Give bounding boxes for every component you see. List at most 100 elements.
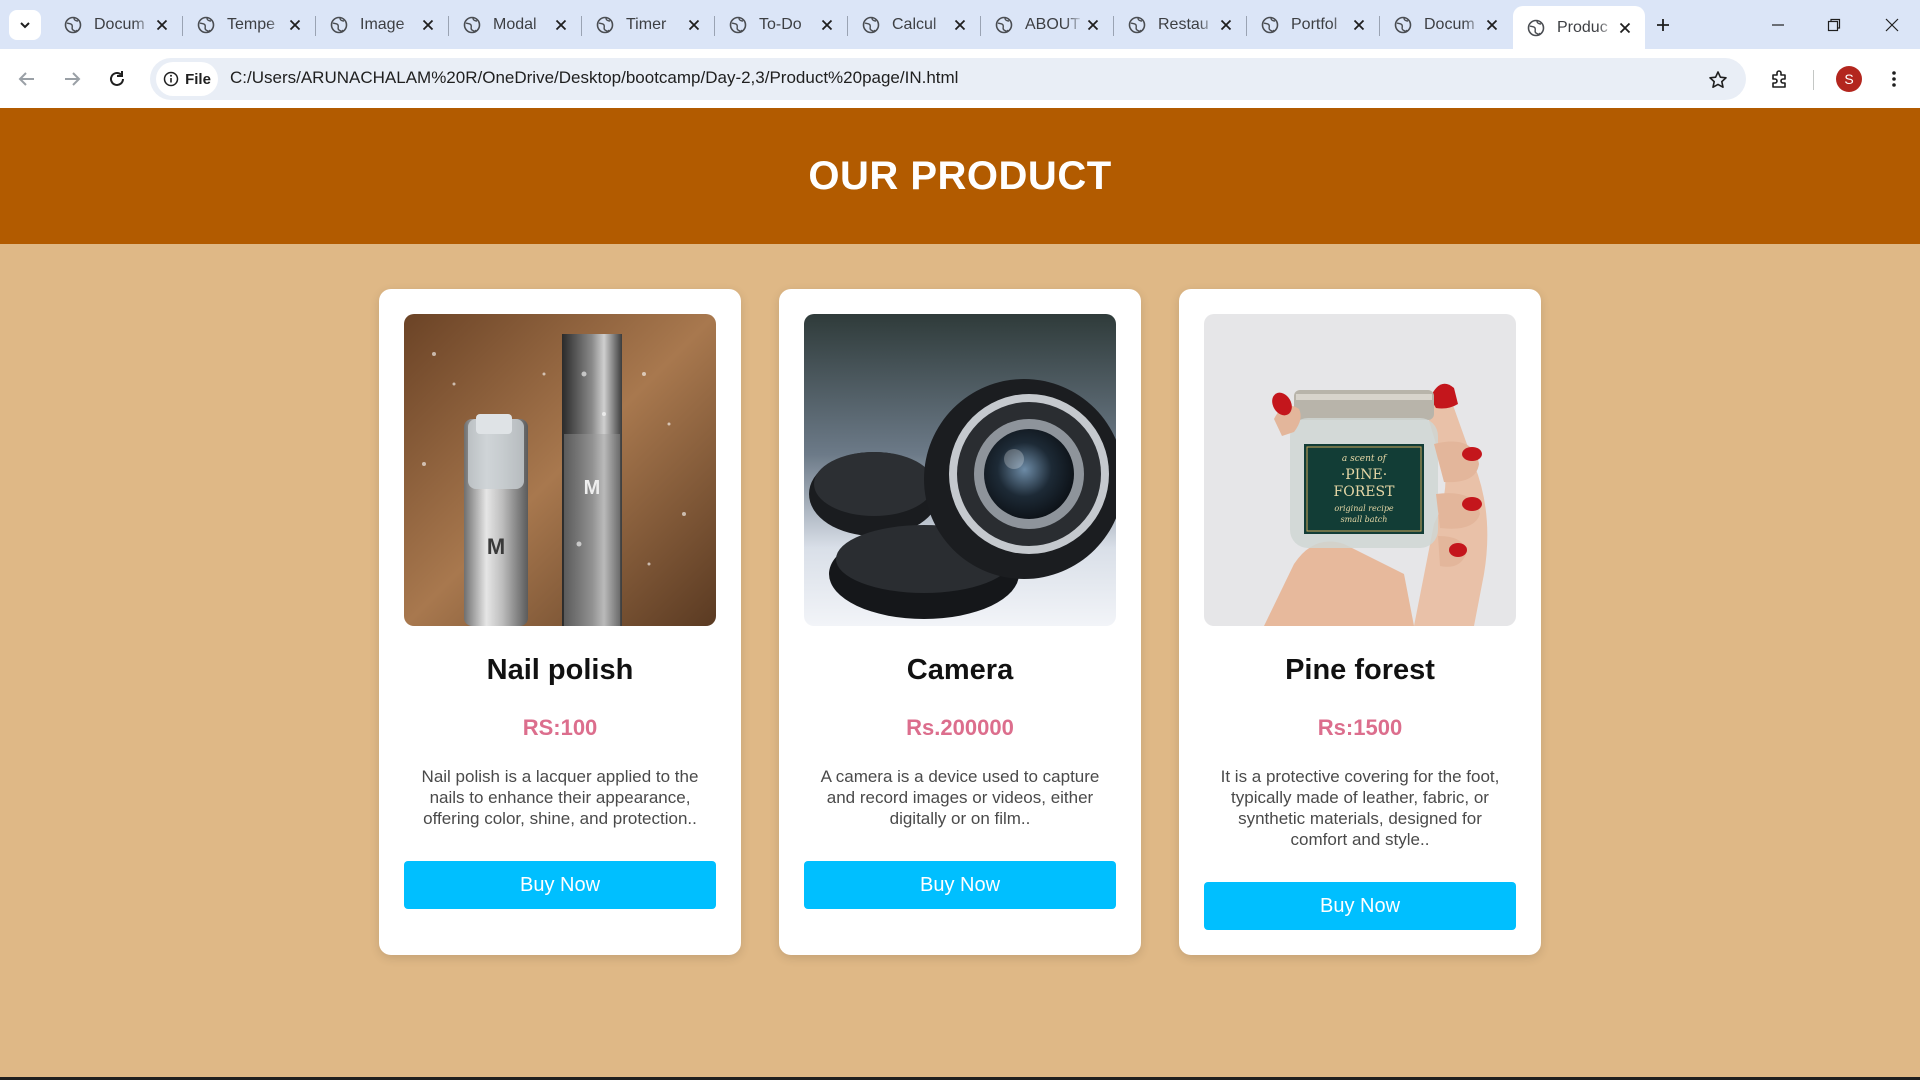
profile-avatar[interactable]: S [1836,66,1862,92]
globe-icon [729,16,747,34]
product-card-pine-forest: a scent of ·PINE· FOREST original recipe… [1179,289,1541,955]
browser-tab[interactable]: Modal [449,8,581,42]
product-name: Pine forest [1285,654,1435,686]
tab-close-button[interactable] [1083,15,1103,35]
chip-label: File [185,70,211,88]
browser-tab[interactable]: Produc [1513,6,1645,49]
tab-search-button[interactable] [9,10,41,40]
globe-icon [1261,16,1279,34]
site-info-chip[interactable]: File [156,62,218,96]
browser-tab[interactable]: Docum [50,8,182,42]
globe-icon [330,16,348,34]
globe-icon [1394,16,1412,34]
product-price: Rs.200000 [906,715,1014,740]
browser-tab[interactable]: Tempe [183,8,315,42]
arrow-right-icon [65,72,81,86]
buy-now-button[interactable]: Buy Now [404,861,716,909]
browser-tab[interactable]: Image [316,8,448,42]
globe-icon [596,16,614,34]
tab-title: Image [360,16,405,33]
tab-close-button[interactable] [551,15,571,35]
tab-close-button[interactable] [1216,15,1236,35]
product-image-pine-forest: a scent of ·PINE· FOREST original recipe… [1204,314,1516,626]
product-description: A camera is a device used to capture and… [820,767,1100,828]
plus-icon [1657,19,1669,31]
close-icon [1087,19,1099,31]
jar-label-text: FOREST [1334,484,1396,500]
tab-close-button[interactable] [1349,15,1369,35]
tab-close-button[interactable] [817,15,837,35]
browser-tab[interactable]: Timer [582,8,714,42]
toolbar-separator [1813,70,1814,90]
close-window-button[interactable] [1864,0,1920,49]
browser-tab[interactable]: Restau [1114,8,1246,42]
back-button[interactable] [11,63,43,95]
close-icon [1486,19,1498,31]
jar-label-text: ·PINE· [1341,467,1387,483]
star-icon [1709,71,1727,88]
tab-title: Timer [626,16,667,33]
page-title: OUR PRODUCT [808,153,1112,198]
close-icon [1353,19,1365,31]
globe-icon [463,16,481,34]
svg-text:M: M [487,534,505,559]
product-image-camera [804,314,1116,626]
chevron-down-icon [20,22,30,29]
globe-icon [862,16,880,34]
tab-title: Produc [1557,18,1608,36]
globe-icon [64,16,82,34]
tab-close-button[interactable] [152,15,172,35]
svg-text:M: M [584,477,601,499]
close-icon [289,19,301,31]
tab-close-button[interactable] [1615,18,1635,38]
globe-icon [197,16,215,34]
product-description: It is a protective covering for the foot… [1220,767,1500,849]
jar-label-text: a scent of [1342,454,1388,464]
product-card-nail-polish: M M Nail polish RS:100 Nail polish is a … [379,289,741,955]
browser-tab[interactable]: Docum [1380,8,1512,42]
close-icon [688,19,700,31]
browser-tab[interactable]: Portfol [1247,8,1379,42]
tab-close-button[interactable] [418,15,438,35]
browser-tab[interactable]: To-Do [715,8,847,42]
product-image-nail-polish: M M [404,314,716,626]
extensions-button[interactable] [1764,63,1796,95]
reload-icon [110,71,124,86]
more-vertical-icon [1892,71,1896,87]
product-description: Nail polish is a lacquer applied to the … [421,767,699,828]
jar-label-text: original recipe [1334,504,1394,513]
minimize-icon [1772,23,1784,26]
close-icon [1220,19,1232,31]
browser-tab[interactable]: ABOUT [981,8,1113,42]
tab-title: Modal [493,16,537,33]
restore-button[interactable] [1806,0,1862,49]
new-tab-button[interactable] [1648,10,1678,40]
info-icon [163,71,179,87]
tab-title: Calcul [892,16,937,33]
close-icon [156,19,168,31]
tab-close-button[interactable] [684,15,704,35]
page-header: OUR PRODUCT [0,108,1920,244]
tab-title: To-Do [759,16,802,33]
restore-icon [1827,18,1841,31]
reload-button[interactable] [101,63,133,95]
globe-icon [1128,16,1146,34]
close-icon [1619,22,1631,33]
tab-title: Docum [1424,16,1475,33]
forward-button[interactable] [56,63,88,95]
globe-icon [995,16,1013,34]
tab-close-button[interactable] [285,15,305,35]
tab-close-button[interactable] [1482,15,1502,35]
url-text[interactable]: C:/Users/ARUNACHALAM%20R/OneDrive/Deskto… [230,68,958,88]
browser-menu-button[interactable] [1878,63,1910,95]
product-card-camera: Camera Rs.200000 A camera is a device us… [779,289,1141,955]
browser-tab[interactable]: Calcul [848,8,980,42]
bookmark-button[interactable] [1702,64,1734,96]
buy-now-button[interactable]: Buy Now [804,861,1116,909]
arrow-left-icon [18,72,34,86]
buy-now-button[interactable]: Buy Now [1204,882,1516,930]
tab-close-button[interactable] [950,15,970,35]
minimize-button[interactable] [1750,0,1806,49]
tab-title: Docum [94,16,145,33]
globe-icon [1527,19,1545,36]
